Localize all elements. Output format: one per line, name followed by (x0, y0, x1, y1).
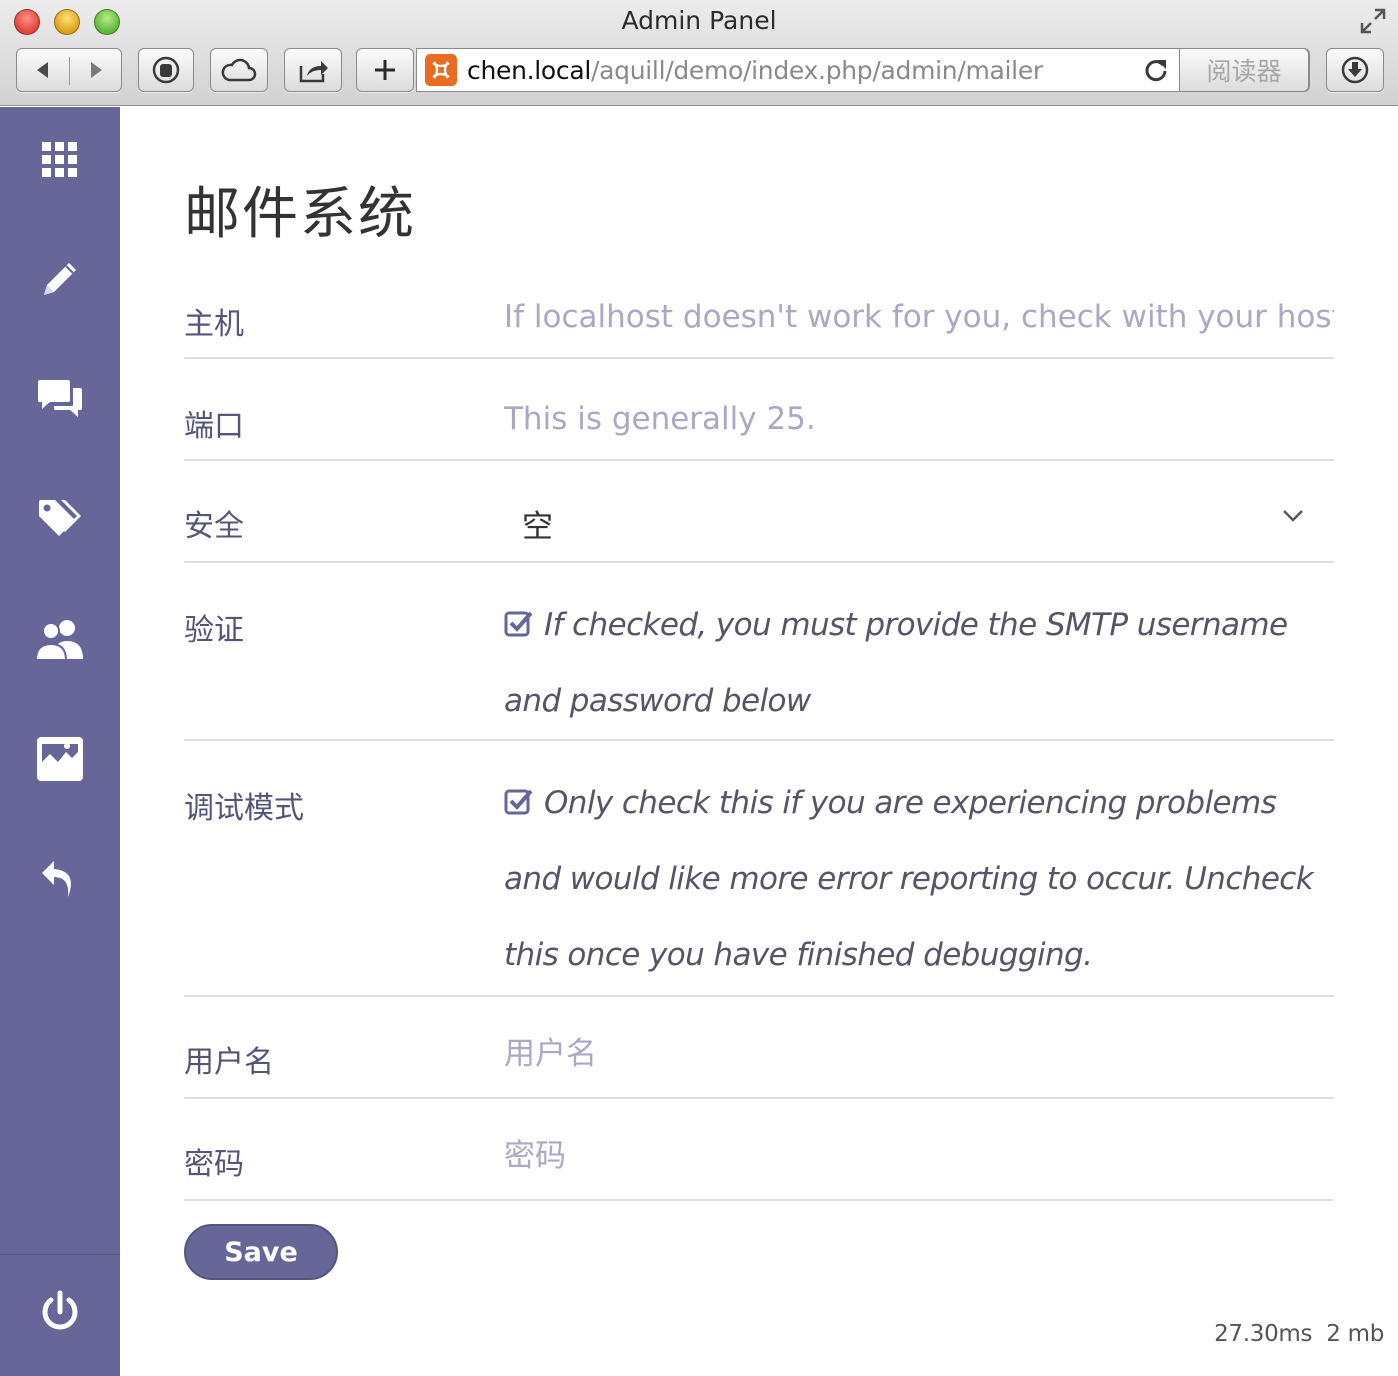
reader-button[interactable]: 阅读器 (1179, 48, 1309, 92)
memory-usage: 2 mb (1326, 1321, 1384, 1347)
host-label: 主机 (184, 307, 244, 342)
sidebar (0, 107, 120, 1376)
sidebar-item-back[interactable] (0, 829, 120, 929)
users-icon (35, 620, 83, 661)
auth-row: 验证 If checked, you must provide the SMTP… (184, 565, 1334, 741)
undo-icon (42, 861, 71, 897)
sidebar-item-dashboard[interactable] (0, 110, 120, 210)
security-label: 安全 (184, 509, 244, 544)
image-icon (37, 737, 83, 781)
hand-stop-icon (152, 56, 180, 84)
username-input[interactable] (504, 1029, 1334, 1079)
plus-icon (375, 60, 395, 80)
render-time: 27.30ms (1214, 1321, 1313, 1347)
browser-chrome: Admin Panel chen.local/aquill/demo/index… (0, 0, 1398, 106)
forward-button[interactable] (70, 49, 122, 91)
back-forward-group (16, 48, 122, 92)
password-label: 密码 (184, 1147, 244, 1182)
cloud-icon (221, 58, 257, 82)
power-icon (42, 1290, 78, 1330)
downloads-button[interactable] (1326, 48, 1384, 92)
debug-checkbox-group: Only check this if you are experiencing … (504, 765, 1324, 993)
auth-checkbox-group: If checked, you must provide the SMTP us… (504, 587, 1324, 739)
back-button[interactable] (17, 49, 69, 91)
username-row: 用户名 (184, 999, 1334, 1099)
password-input[interactable] (504, 1131, 1334, 1181)
fullscreen-icon[interactable] (1358, 6, 1388, 36)
back-arrow-icon (37, 62, 48, 78)
performance-footer: 27.30ms 2 mb (1214, 1321, 1384, 1347)
port-label: 端口 (184, 409, 244, 444)
url-host: chen.local (467, 55, 592, 85)
port-input[interactable]: This is generally 25. (504, 401, 1334, 437)
share-button[interactable] (284, 48, 342, 92)
sidebar-item-write[interactable] (0, 229, 120, 329)
stop-button[interactable] (138, 48, 194, 92)
url-text[interactable]: chen.local/aquill/demo/index.php/admin/m… (467, 56, 1043, 85)
security-select[interactable]: 空 (504, 483, 1334, 547)
auth-label: 验证 (184, 613, 244, 648)
host-row: 主机 If localhost doesn't work for you, ch… (184, 281, 1334, 359)
download-icon (1341, 56, 1369, 84)
site-favicon-icon (425, 54, 457, 86)
reload-icon[interactable] (1143, 57, 1169, 83)
debug-row: 调试模式 Only check this if you are experien… (184, 743, 1334, 997)
sidebar-item-comments[interactable] (0, 349, 120, 449)
new-tab-button[interactable] (356, 48, 414, 92)
save-button[interactable]: Save (184, 1224, 338, 1280)
auth-hint: If checked, you must provide the SMTP us… (504, 607, 1288, 719)
tags-icon (39, 500, 81, 536)
port-row: 端口 This is generally 25. (184, 361, 1334, 461)
pencil-icon (44, 263, 76, 295)
auth-checkbox[interactable] (504, 609, 534, 637)
security-row: 安全 空 (184, 463, 1334, 563)
forward-arrow-icon (91, 62, 102, 78)
debug-hint: Only check this if you are experiencing … (504, 785, 1314, 973)
grid-icon (42, 142, 77, 177)
address-bar[interactable]: chen.local/aquill/demo/index.php/admin/m… (416, 48, 1310, 92)
security-select-value: 空 (522, 509, 553, 545)
sidebar-item-tags[interactable] (0, 469, 120, 569)
debug-checkbox[interactable] (504, 787, 534, 815)
sidebar-divider (0, 1254, 120, 1255)
window-title: Admin Panel (621, 6, 777, 35)
username-label: 用户名 (184, 1045, 274, 1080)
host-input[interactable]: If localhost doesn't work for you, check… (504, 299, 1334, 335)
page-title: 邮件系统 (184, 182, 416, 247)
debug-label: 调试模式 (184, 791, 304, 826)
comments-icon (38, 380, 82, 417)
url-path: /aquill/demo/index.php/admin/mailer (591, 55, 1043, 85)
chevron-down-icon (1283, 510, 1303, 522)
icloud-tabs-button[interactable] (210, 48, 268, 92)
main-content: 邮件系统 主机 If localhost doesn't work for yo… (120, 107, 1398, 1376)
sidebar-item-logout[interactable] (0, 1262, 120, 1362)
sidebar-item-media[interactable] (0, 709, 120, 809)
share-icon (299, 61, 328, 83)
sidebar-item-users[interactable] (0, 589, 120, 689)
password-row: 密码 (184, 1101, 1334, 1201)
